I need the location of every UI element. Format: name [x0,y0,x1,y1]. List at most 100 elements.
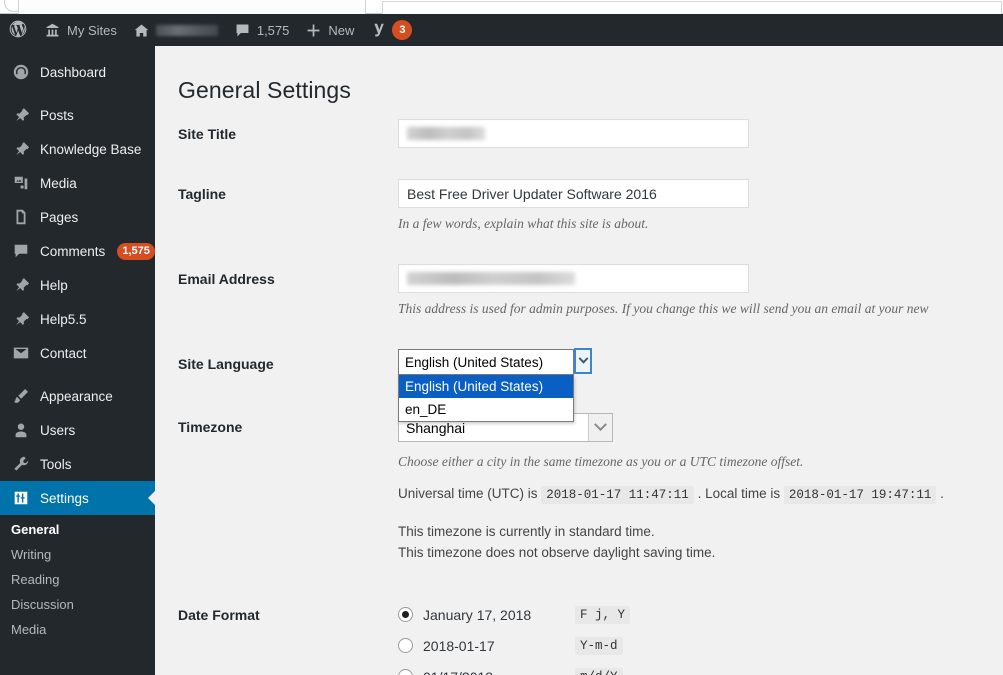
site-language-option[interactable]: en_DE [399,398,573,421]
sidebar-separator [0,89,155,98]
timezone-description: Choose either a city in the same timezon… [398,454,804,469]
tagline-label: Tagline [178,186,226,202]
site-language-label: Site Language [178,356,274,372]
sidebar-item-label: Pages [40,209,79,225]
comments-pending-badge: 1,575 [117,242,155,260]
sidebar-item-help55[interactable]: Help5.5 [0,302,155,336]
sidebar-item-comments[interactable]: Comments 1,575 [0,234,155,268]
submenu-item-media[interactable]: Media [0,617,155,642]
sidebar-item-label: Help [40,277,68,293]
date-format-code: F j, Y [575,605,631,624]
site-name-menu[interactable] [125,14,226,46]
wrench-icon [11,454,31,474]
settings-content: General Settings Site Title Tagline Best… [155,46,1003,675]
wordpress-logo-menu[interactable] [0,14,36,46]
pin-icon [11,275,31,295]
tagline-input[interactable]: Best Free Driver Updater Software 2016 [398,179,749,208]
site-title-label: Site Title [178,126,237,142]
sidebar-item-label: Knowledge Base [40,141,142,157]
date-format-option-row[interactable]: January 17, 2018 F j, Y [398,601,631,628]
sidebar-item-contact[interactable]: Contact [0,336,155,370]
date-format-radio[interactable] [398,669,413,675]
email-input[interactable] [398,264,749,293]
date-format-option-label: January 17, 2018 [423,606,532,623]
date-format-radio[interactable] [398,638,413,653]
envelope-icon [11,343,31,363]
date-format-code: Y-m-d [575,636,623,655]
pin-icon [11,309,31,329]
date-format-option-label: 2018-01-17 [423,637,495,654]
sidebar-item-label: Media [40,175,77,191]
pin-icon [11,105,31,125]
sidebar-item-knowledge-base[interactable]: Knowledge Base [0,132,155,166]
my-sites-menu[interactable]: My Sites [36,14,125,46]
sidebar-item-help[interactable]: Help [0,268,155,302]
date-format-radio[interactable] [398,607,413,622]
sidebar-item-appearance[interactable]: Appearance [0,379,155,413]
site-language-options-list: English (United States) en_DE [398,375,574,422]
email-redacted-value [407,272,575,285]
local-suffix-label: . [940,486,944,501]
my-sites-label: My Sites [67,22,117,38]
date-format-option-row[interactable]: 2018-01-17 Y-m-d [398,632,630,659]
chevron-down-icon[interactable] [574,348,592,374]
wordpress-logo-icon [8,19,28,42]
brush-icon [11,386,31,406]
standard-time-note: This timezone is currently in standard t… [398,524,655,539]
submenu-item-writing[interactable]: Writing [0,542,155,567]
date-format-option-row[interactable]: 01/17/2018 m/d/Y [398,663,630,675]
submenu-item-reading[interactable]: Reading [0,567,155,592]
browser-chrome [0,0,1003,14]
sidebar-item-pages[interactable]: Pages [0,200,155,234]
sidebar-item-tools[interactable]: Tools [0,447,155,481]
email-description: This address is used for admin purposes.… [398,301,929,316]
user-icon [11,420,31,440]
sidebar-item-label: Users [40,422,76,438]
yoast-notification-badge[interactable]: 3 [392,20,413,40]
local-time-value: 2018-01-17 19:47:11 [783,486,937,504]
sidebar-item-posts[interactable]: Posts [0,98,155,132]
chevron-down-icon[interactable] [588,414,612,441]
sidebar-item-label: Comments [40,243,106,259]
page-title: General Settings [178,77,351,104]
dashboard-icon [11,62,31,82]
plus-icon [305,22,322,39]
email-label: Email Address [178,271,275,287]
browser-tab[interactable] [18,0,366,14]
comments-count: 1,575 [256,22,290,38]
new-label: New [328,22,355,38]
date-format-code: m/d/Y [575,667,623,675]
pin-icon [11,139,31,159]
sidebar-item-label: Settings [40,490,89,506]
sidebar-item-media[interactable]: Media [0,166,155,200]
submenu-item-general[interactable]: General [0,517,155,542]
local-prefix-label: . Local time is [697,486,781,501]
dst-note: This timezone does not observe daylight … [398,545,716,560]
sidebar-separator [0,370,155,379]
sidebar-item-label: Posts [40,107,74,123]
utc-time-value: 2018-01-17 11:47:11 [541,486,694,504]
media-icon [11,173,31,193]
new-content-menu[interactable]: New [297,14,362,46]
browser-address-bar[interactable] [382,1,1002,14]
sidebar-item-dashboard[interactable]: Dashboard [0,55,155,89]
submenu-item-discussion[interactable]: Discussion [0,592,155,617]
sidebar-item-settings[interactable]: Settings [0,481,155,515]
comment-bubble-icon [11,241,31,261]
sidebar-item-users[interactable]: Users [0,413,155,447]
comments-menu[interactable]: 1,575 [226,14,298,46]
universal-time-row: Universal time (UTC) is 2018-01-17 11:47… [398,486,944,504]
date-format-option-label: 01/17/2018 [423,669,565,675]
utc-prefix-label: Universal time (UTC) is [398,486,538,501]
sidebar-item-label: Appearance [40,388,113,404]
my-sites-icon [44,22,61,39]
yoast-seo-icon [370,20,388,40]
sidebar-item-label: Contact [40,345,87,361]
yoast-seo-menu[interactable]: 3 [362,14,420,46]
site-language-selected-value[interactable]: English (United States) [398,349,574,375]
site-language-option[interactable]: English (United States) [399,375,573,398]
site-language-combobox[interactable]: English (United States) English (United … [398,348,592,422]
pages-icon [11,207,31,227]
admin-sidebar-menu: Dashboard Posts Knowledge Base Media Pag… [0,46,155,675]
site-title-input[interactable] [398,119,749,148]
